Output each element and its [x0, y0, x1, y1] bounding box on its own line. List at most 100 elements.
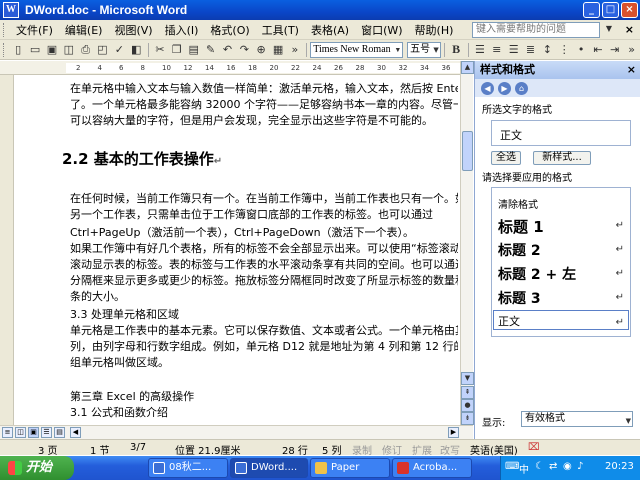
taskbar-item-dword[interactable]: DWord.... — [230, 458, 308, 478]
document-line[interactable]: 滚动显示表的标签。表的标签与工作表的水平滚动条享有共同的空间。也可以通过 — [70, 256, 458, 272]
menu-format[interactable]: 格式(O) — [204, 22, 255, 38]
taskbar-item-paper[interactable]: Paper — [310, 458, 390, 478]
input-method-icon[interactable]: ⌨ — [505, 461, 519, 472]
align-center-icon[interactable]: ≡ — [489, 42, 504, 58]
font-name-dropdown-icon[interactable]: ▼ — [394, 43, 401, 57]
show-select[interactable]: 有效格式 ▼ — [521, 411, 633, 427]
toolbar-more-icon[interactable]: » — [624, 42, 639, 58]
show-dropdown-icon[interactable]: ▼ — [626, 414, 631, 428]
scroll-up-icon[interactable]: ▲ — [461, 61, 474, 74]
help-search-input[interactable]: 键入需要帮助的问题 — [472, 22, 600, 38]
task-pane-close-button[interactable]: × — [627, 61, 636, 79]
document-line[interactable]: 3.1 公式和函数介绍 — [70, 404, 458, 420]
minimize-button[interactable]: _ — [583, 2, 600, 18]
document-line[interactable]: 分隔框来显示更多或更少的标签。拖放标签分隔框同时改变了所显示标签的数量和 — [70, 272, 458, 288]
word-app-icon[interactable]: W — [3, 2, 19, 18]
menu-table[interactable]: 表格(A) — [305, 22, 355, 38]
document-line[interactable]: 条的大小。 — [70, 288, 458, 304]
style-item[interactable]: 标题 2 — [498, 240, 541, 260]
document-line[interactable]: 另一个工作表，只需单击位于工作簿窗口底部的工作表的标签。也可以通过 — [70, 206, 458, 222]
select-all-button[interactable]: 全选 — [491, 151, 521, 165]
font-name-select[interactable]: Times New Roman ▼ — [310, 41, 404, 58]
status-overtype[interactable]: 改写 — [440, 442, 460, 457]
menu-file[interactable]: 文件(F) — [10, 22, 59, 38]
scrollbar-thumb[interactable] — [462, 131, 473, 171]
bold-button[interactable]: B — [449, 42, 464, 58]
new-document-icon[interactable]: ▯ — [11, 42, 26, 58]
style-item[interactable]: 标题 3 — [498, 288, 541, 308]
menu-edit[interactable]: 编辑(E) — [59, 22, 109, 38]
close-button[interactable]: × — [621, 2, 638, 18]
heading-2-2[interactable]: 2.2 基本的工作表操作↵ — [62, 148, 222, 169]
justify-icon[interactable]: ≣ — [523, 42, 538, 58]
research-icon[interactable]: ◧ — [129, 42, 144, 58]
status-track-changes[interactable]: 修订 — [382, 442, 402, 457]
save-icon[interactable]: ▣ — [45, 42, 60, 58]
taskbar-item-doc1[interactable]: 08秋二... — [148, 458, 228, 478]
undo-icon[interactable]: ↶ — [220, 42, 235, 58]
menu-insert[interactable]: 插入(I) — [159, 22, 205, 38]
normal-view-icon[interactable]: ≡ — [2, 427, 13, 438]
document-area[interactable]: 2.2 基本的工作表操作↵ 在单元格中输入文本与输入数值一样简单：激活单元格，输… — [0, 75, 460, 425]
document-line[interactable]: 如果工作簿中有好几个表格，所有的标签不会全部显示出来。可以使用“标签滚动 — [70, 240, 458, 256]
home-icon[interactable]: ⌂ — [515, 81, 528, 95]
style-list[interactable]: 清除格式 标题 1 ↵ 标题 2 ↵ 标题 2 + 左 ↵ 标题 3 ↵ 正文 ↵ — [491, 187, 631, 337]
style-item[interactable]: 标题 2 + 左 — [498, 264, 576, 284]
copy-icon[interactable]: ❐ — [169, 42, 184, 58]
redo-icon[interactable]: ↷ — [237, 42, 252, 58]
tray-volume-icon[interactable]: ♪ — [577, 461, 583, 472]
start-button[interactable]: 开始 — [0, 456, 74, 480]
selected-format-box[interactable]: 正文 — [491, 120, 631, 146]
document-line[interactable]: 在单元格中输入文本与输入数值一样简单：激活单元格，输入文本，然后按 Ente — [70, 80, 458, 96]
scroll-right-icon[interactable]: ▶ — [448, 427, 459, 438]
style-item[interactable]: 标题 1 — [498, 216, 544, 237]
hyperlink-icon[interactable]: ⊕ — [254, 42, 269, 58]
print-preview-icon[interactable]: ◰ — [95, 42, 110, 58]
tray-network-icon[interactable]: ⇄ — [549, 461, 557, 472]
style-item[interactable]: 清除格式 — [498, 196, 538, 211]
taskbar-item-acrobat[interactable]: Acroba... — [392, 458, 472, 478]
document-line[interactable]: 单元格是工作表中的基本元素。它可以保存数值、文本或者公式。一个单元格由其 — [70, 322, 458, 338]
outline-view-icon[interactable]: ☰ — [41, 427, 52, 438]
spelling-status-icon[interactable]: ⌧ — [528, 442, 540, 453]
browse-object-icon[interactable]: ● — [461, 399, 474, 412]
toolbar-options-icon[interactable]: » — [287, 42, 302, 58]
menu-tools[interactable]: 工具(T) — [256, 22, 305, 38]
horizontal-scrollbar[interactable]: ≡ ◫ ▣ ☰ ▤ ◀ ▶ — [0, 425, 473, 439]
back-icon[interactable]: ◀ — [481, 81, 494, 95]
web-view-icon[interactable]: ◫ — [15, 427, 26, 438]
menu-view[interactable]: 视图(V) — [108, 22, 158, 38]
font-size-dropdown-icon[interactable]: ▼ — [433, 43, 438, 57]
previous-page-icon[interactable]: ⇞ — [461, 386, 474, 399]
status-record[interactable]: 录制 — [352, 442, 372, 457]
vertical-scrollbar[interactable]: ▲ ▼ ⇞ ● ⇟ — [460, 61, 474, 425]
tray-moon-icon[interactable]: ☾ — [535, 461, 544, 472]
style-item[interactable]: 正文 — [498, 313, 520, 329]
reading-view-icon[interactable]: ▤ — [54, 427, 65, 438]
line-spacing-icon[interactable]: ↕ — [540, 42, 555, 58]
align-left-icon[interactable]: ☰ — [472, 42, 487, 58]
tray-clock[interactable]: 20:23 — [605, 461, 634, 472]
font-size-select[interactable]: 五号 ▼ — [407, 41, 441, 58]
numbering-icon[interactable]: ⋮ — [557, 42, 572, 58]
horizontal-ruler[interactable]: 2 4 6 8 10 12 14 16 18 20 22 24 26 28 30 32 34 36 — [0, 61, 472, 75]
new-style-button[interactable]: 新样式... — [533, 151, 591, 165]
next-page-icon[interactable]: ⇟ — [461, 412, 474, 425]
tables-borders-icon[interactable]: ▦ — [271, 42, 286, 58]
document-line[interactable]: 组单元格叫做区域。 — [70, 354, 458, 370]
document-line[interactable]: 可以容纳大量的字符，但是用户会发现，完全显示出这些字符是不可能的。 — [70, 112, 458, 128]
document-line[interactable]: 第三章 Excel 的高级操作 — [70, 388, 458, 404]
menu-window[interactable]: 窗口(W) — [355, 22, 408, 38]
forward-icon[interactable]: ▶ — [498, 81, 511, 95]
document-line[interactable]: 3.3 处理单元格和区域 — [70, 306, 458, 322]
permission-icon[interactable]: ◫ — [61, 42, 76, 58]
document-line[interactable]: 在任何时候，当前工作簿只有一个。在当前工作簿中，当前工作表也只有一个。如 — [70, 190, 458, 206]
open-folder-icon[interactable]: ▭ — [28, 42, 43, 58]
document-line[interactable]: Ctrl+PageUp（激活前一个表），Ctrl+PageDown（激活下一个表… — [70, 224, 458, 240]
document-close-button[interactable]: × — [625, 23, 634, 36]
spelling-icon[interactable]: ✓ — [112, 42, 127, 58]
bullets-icon[interactable]: • — [574, 42, 589, 58]
print-layout-view-icon[interactable]: ▣ — [28, 427, 39, 438]
menu-help[interactable]: 帮助(H) — [409, 22, 460, 38]
document-line[interactable]: 了。一个单元格最多能容纳 32000 个字符——足够容纳书本一章的内容。尽管一 — [70, 96, 458, 112]
